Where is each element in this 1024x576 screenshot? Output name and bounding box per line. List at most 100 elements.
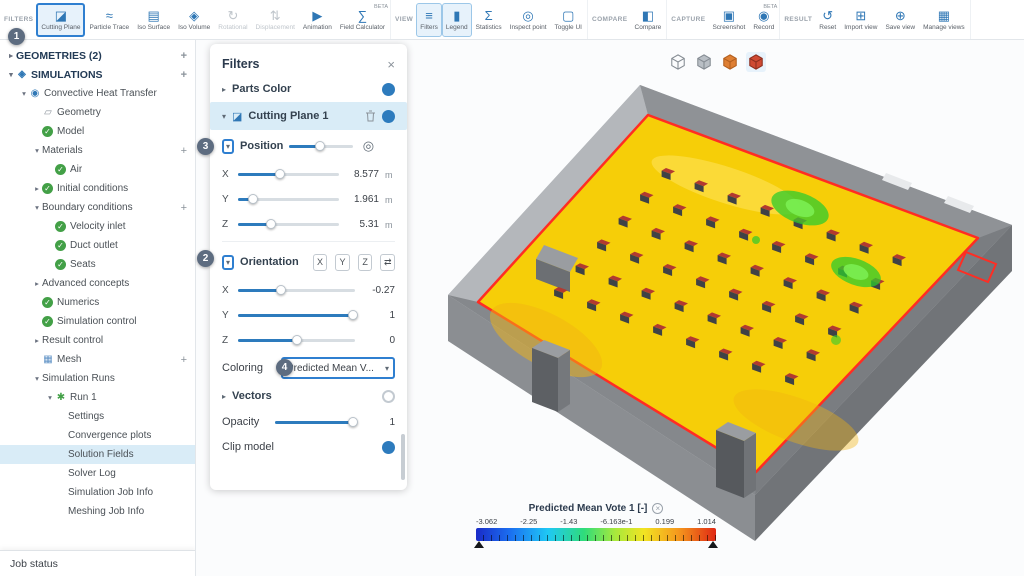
view-cube-red-icon[interactable] xyxy=(746,52,766,72)
tree-item-mesh[interactable]: ▦Mesh+ xyxy=(0,350,195,369)
tree-item-model[interactable]: ✓Model xyxy=(0,122,195,141)
toolbar-item-cutting-plane[interactable]: ◪Cutting Plane xyxy=(36,3,85,37)
orientation-z-button[interactable]: Z xyxy=(358,254,373,271)
close-icon[interactable]: × xyxy=(387,57,395,72)
toolbar-item-filters[interactable]: ≡Filters xyxy=(416,3,442,37)
orientation-section-header[interactable]: ▾ Orientation X Y Z ⇄ xyxy=(222,246,395,278)
vectors-toggle[interactable] xyxy=(382,390,395,403)
orientation-x-button[interactable]: X xyxy=(313,254,328,271)
add-icon[interactable]: + xyxy=(181,50,187,62)
add-icon[interactable]: + xyxy=(181,202,187,214)
chevron-down-icon[interactable]: ▾ xyxy=(222,255,234,270)
view-cube-outline-icon[interactable] xyxy=(668,52,688,72)
vectors-row[interactable]: ▸ Vectors xyxy=(222,383,395,409)
toolbar-item-import-view[interactable]: ⊞Import view xyxy=(840,3,881,37)
cutting-plane-row[interactable]: ▾ ◪ Cutting Plane 1 xyxy=(210,102,407,130)
toolbar-item-iso-surface[interactable]: ▤Iso Surface xyxy=(133,3,174,37)
toolbar-item-manage-views[interactable]: ▦Manage views xyxy=(919,3,969,37)
coloring-dropdown[interactable]: Predicted Mean V... ▾ xyxy=(281,357,395,379)
tree-item-materials[interactable]: ▾Materials+ xyxy=(0,141,195,160)
tree-item-settings[interactable]: Settings xyxy=(0,407,195,426)
opacity-value[interactable]: 1 xyxy=(361,417,395,428)
clip-model-toggle[interactable] xyxy=(382,441,395,454)
tree-item-air[interactable]: ✓Air xyxy=(0,160,195,179)
scrollbar[interactable] xyxy=(401,434,405,480)
position-y-slider[interactable] xyxy=(238,198,339,201)
position-z-slider[interactable] xyxy=(238,223,339,226)
tree-item-velocity-inlet[interactable]: ✓Velocity inlet xyxy=(0,217,195,236)
tree-item-boundary-conditions[interactable]: ▾Boundary conditions+ xyxy=(0,198,195,217)
toolbar-item-iso-volume[interactable]: ◈Iso Volume xyxy=(174,3,214,37)
clip-model-row[interactable]: Clip model xyxy=(222,435,395,459)
parts-color-toggle[interactable] xyxy=(382,83,395,96)
tree-item-simulations[interactable]: ▾◈SIMULATIONS+ xyxy=(0,65,195,84)
toolbar-item-screenshot[interactable]: ▣Screenshot xyxy=(708,3,749,37)
tree-item-initial-conditions[interactable]: ▸✓Initial conditions xyxy=(0,179,195,198)
orientation-y-button[interactable]: Y xyxy=(335,254,350,271)
toolbar-item-particle-trace[interactable]: ≈Particle Trace xyxy=(85,3,133,37)
toolbar-item-rotational[interactable]: ↻Rotational xyxy=(214,3,251,37)
toolbar-item-legend[interactable]: ▮Legend xyxy=(442,3,472,37)
chevron-right-icon[interactable]: ▸ xyxy=(32,336,42,345)
toolbar-item-record[interactable]: ◉RecordBETA xyxy=(749,3,778,37)
toolbar-item-save-view[interactable]: ⊕Save view xyxy=(881,3,919,37)
flip-axes-icon[interactable]: ⇄ xyxy=(380,254,395,271)
add-icon[interactable]: + xyxy=(181,145,187,157)
tree-item-meshing-job-info[interactable]: Meshing Job Info xyxy=(0,502,195,521)
tree-item-result-control[interactable]: ▸Result control xyxy=(0,331,195,350)
cutting-plane-toggle[interactable] xyxy=(382,110,395,123)
tree-item-simulation-control[interactable]: ✓Simulation control xyxy=(0,312,195,331)
toolbar-item-statistics[interactable]: ΣStatistics xyxy=(472,3,506,37)
orientation-z-value[interactable]: 0 xyxy=(361,335,395,346)
job-status-bar[interactable]: Job status xyxy=(0,550,196,576)
toolbar-item-animation[interactable]: ▶Animation xyxy=(299,3,336,37)
toolbar-item-displacement[interactable]: ⇅Displacement xyxy=(252,3,299,37)
position-section-header[interactable]: ▾ Position ◎ xyxy=(222,130,395,162)
tree-item-seats[interactable]: ✓Seats xyxy=(0,255,195,274)
chevron-right-icon[interactable]: ▸ xyxy=(32,279,42,288)
add-icon[interactable]: + xyxy=(181,354,187,366)
tree-item-simulation-runs[interactable]: ▾Simulation Runs xyxy=(0,369,195,388)
chevron-down-icon[interactable]: ▾ xyxy=(222,139,234,154)
trash-icon[interactable] xyxy=(365,110,376,122)
orientation-x-value[interactable]: -0.27 xyxy=(361,285,395,296)
tree-item-run-1[interactable]: ▾✱Run 1 xyxy=(0,388,195,407)
chevron-down-icon[interactable]: ▾ xyxy=(19,89,29,98)
opacity-slider[interactable] xyxy=(275,421,355,424)
parts-color-row[interactable]: ▸ Parts Color xyxy=(222,76,395,102)
tree-item-solution-fields[interactable]: Solution Fields xyxy=(0,445,195,464)
tree-item-geometry[interactable]: ▱Geometry xyxy=(0,103,195,122)
orientation-z-slider[interactable] xyxy=(238,339,355,342)
position-main-slider[interactable] xyxy=(289,145,353,148)
chevron-down-icon[interactable]: ▾ xyxy=(45,393,55,402)
toolbar-item-inspect-point[interactable]: ◎Inspect point xyxy=(506,3,551,37)
position-z-value[interactable]: 5.31 xyxy=(345,219,379,230)
tree-item-convective-heat-transfer[interactable]: ▾◉Convective Heat Transfer xyxy=(0,84,195,103)
tree-item-convergence-plots[interactable]: Convergence plots xyxy=(0,426,195,445)
chevron-down-icon[interactable]: ▾ xyxy=(32,146,42,155)
chevron-right-icon[interactable]: ▸ xyxy=(32,184,42,193)
chevron-right-icon[interactable]: ▸ xyxy=(6,51,16,60)
toolbar-item-reset[interactable]: ↺Reset xyxy=(815,3,840,37)
toolbar-item-compare[interactable]: ◧Compare xyxy=(631,3,666,37)
add-icon[interactable]: + xyxy=(181,69,187,81)
chevron-down-icon[interactable]: ▾ xyxy=(32,203,42,212)
orientation-x-slider[interactable] xyxy=(238,289,355,292)
orientation-y-value[interactable]: 1 xyxy=(361,310,395,321)
tree-item-simulation-job-info[interactable]: Simulation Job Info xyxy=(0,483,195,502)
tree-item-geometries-2[interactable]: ▸GEOMETRIES (2)+ xyxy=(0,46,195,65)
legend-close-icon[interactable]: × xyxy=(652,503,663,514)
view-cube-solid-icon[interactable] xyxy=(694,52,714,72)
toolbar-item-toggle-ui[interactable]: ▢Toggle UI xyxy=(551,3,586,37)
chevron-down-icon[interactable]: ▾ xyxy=(32,374,42,383)
gizmo-icon[interactable]: ◎ xyxy=(359,137,377,155)
view-cube-orange-icon[interactable] xyxy=(720,52,740,72)
chevron-down-icon[interactable]: ▾ xyxy=(6,70,16,79)
position-x-slider[interactable] xyxy=(238,173,339,176)
toolbar-item-field-calculator[interactable]: ∑Field CalculatorBETA xyxy=(336,3,389,37)
position-x-value[interactable]: 8.577 xyxy=(345,169,379,180)
tree-item-duct-outlet[interactable]: ✓Duct outlet xyxy=(0,236,195,255)
tree-item-advanced-concepts[interactable]: ▸Advanced concepts xyxy=(0,274,195,293)
orientation-y-slider[interactable] xyxy=(238,314,355,317)
tree-item-numerics[interactable]: ✓Numerics xyxy=(0,293,195,312)
